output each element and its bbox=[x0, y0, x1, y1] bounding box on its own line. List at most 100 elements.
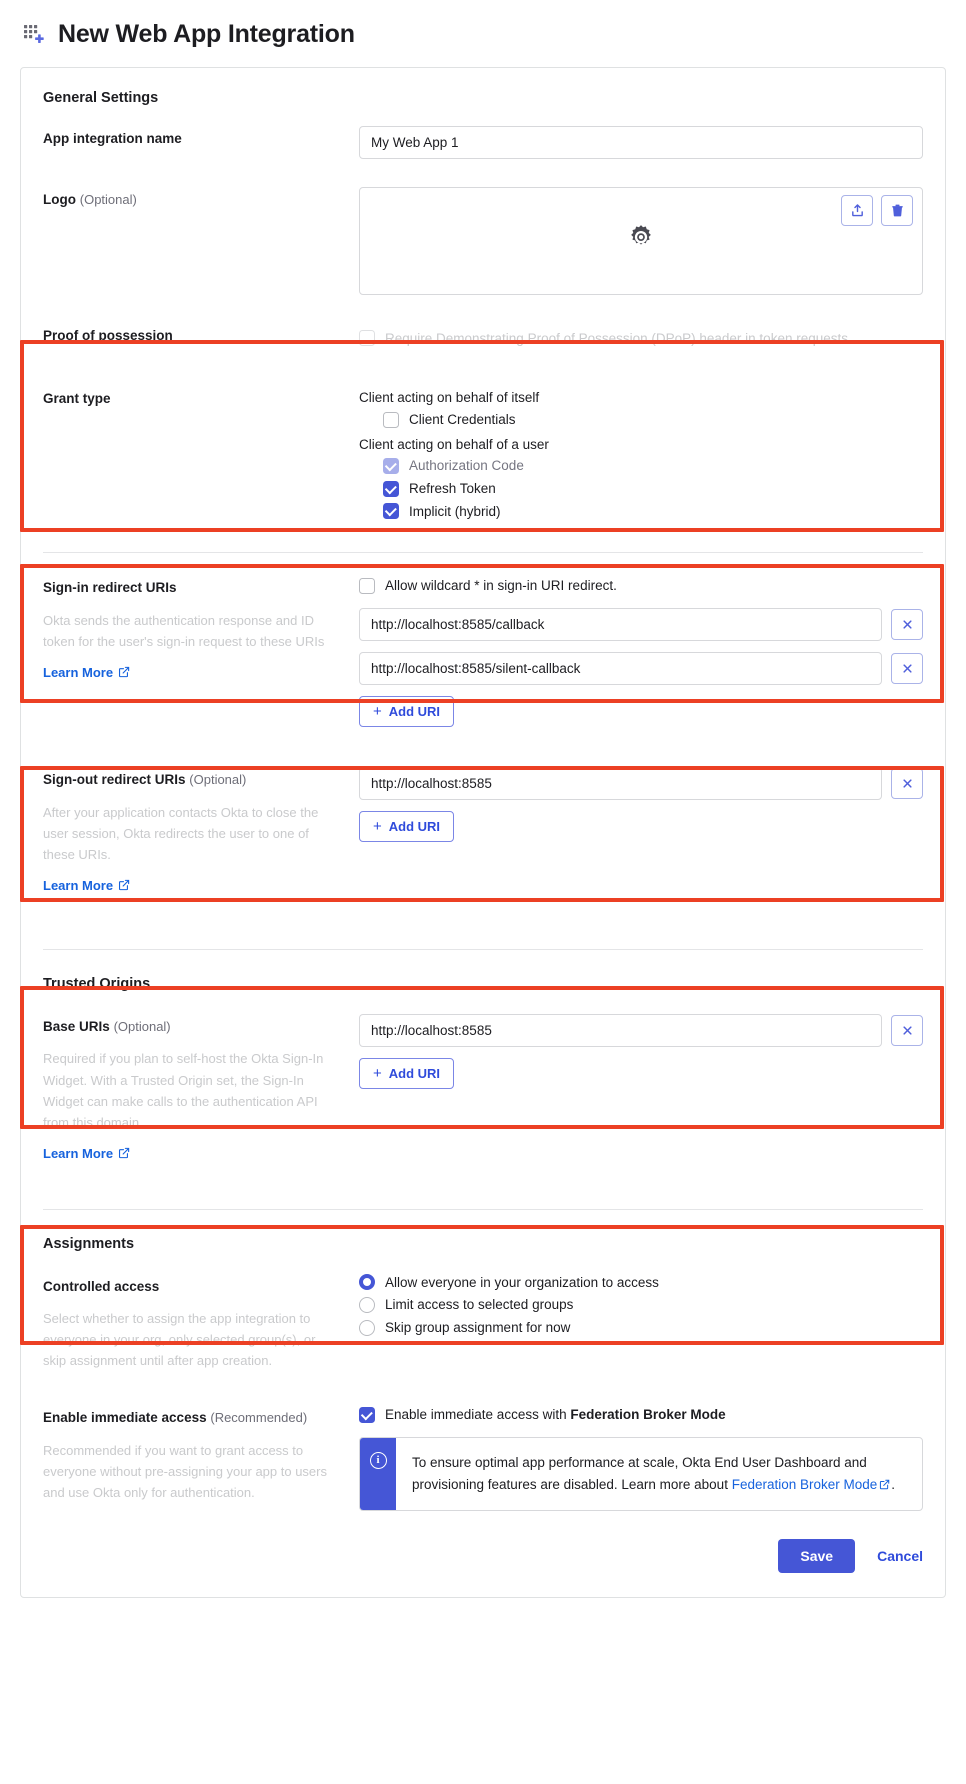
controlled-access-option-skip[interactable]: Skip group assignment for now bbox=[359, 1319, 923, 1337]
page-header: New Web App Integration bbox=[22, 20, 946, 49]
upload-icon-button[interactable] bbox=[841, 195, 873, 226]
logo-field-cell bbox=[359, 187, 923, 295]
row-base-uris: Base URIs (Optional) Required if you pla… bbox=[43, 998, 923, 1169]
grant-authorization-code-checkbox[interactable] bbox=[383, 458, 399, 475]
grant-refresh-token-label: Refresh Token bbox=[409, 481, 496, 497]
external-link-icon bbox=[118, 1147, 130, 1159]
gear-icon bbox=[625, 223, 657, 260]
base-uris-learn-more-link[interactable]: Learn More bbox=[43, 1146, 130, 1161]
signout-redirect-learn-more-link[interactable]: Learn More bbox=[43, 878, 130, 893]
signout-redirect-help: After your application contacts Okta to … bbox=[43, 804, 319, 862]
signin-uri-remove-button-1[interactable] bbox=[891, 608, 923, 640]
immediate-access-checkbox[interactable] bbox=[359, 1407, 375, 1424]
trash-icon-button[interactable] bbox=[881, 195, 913, 226]
callout-text-after: . bbox=[891, 1476, 896, 1492]
signout-redirect-optional-text: (Optional) bbox=[189, 771, 247, 787]
wildcard-checkbox-label: Allow wildcard * in sign-in URI redirect… bbox=[385, 578, 617, 594]
immediate-access-help: Recommended if you want to grant access … bbox=[43, 1443, 327, 1501]
row-enable-immediate-access: Enable immediate access (Recommended) Re… bbox=[43, 1389, 923, 1516]
immediate-access-checkbox-row[interactable]: Enable immediate access with Federation … bbox=[359, 1406, 923, 1424]
form-footer: Save Cancel bbox=[43, 1517, 923, 1597]
page-title: New Web App Integration bbox=[58, 20, 355, 48]
base-uri-remove-button-1[interactable] bbox=[891, 1014, 923, 1046]
immediate-access-checkbox-prefix: Enable immediate access with bbox=[385, 1407, 571, 1423]
signout-add-uri-button[interactable]: + Add URI bbox=[359, 810, 455, 842]
row-controlled-access: Controlled access Select whether to assi… bbox=[43, 1258, 923, 1390]
immediate-access-recommended-text: (Recommended) bbox=[210, 1410, 308, 1426]
base-uri-row-1 bbox=[359, 1013, 923, 1047]
assignments-title: Assignments bbox=[43, 1235, 135, 1252]
radio-skip-assignment[interactable] bbox=[359, 1319, 375, 1336]
row-signin-redirect-uris: Sign-in redirect URIs Okta sends the aut… bbox=[43, 553, 923, 733]
base-uris-help: Required if you plan to self-host the Ok… bbox=[43, 1051, 324, 1130]
row-app-integration-name: App integration name bbox=[43, 112, 923, 173]
signin-uri-remove-button-2[interactable] bbox=[891, 652, 923, 684]
signin-redirect-learn-more-link[interactable]: Learn More bbox=[43, 665, 130, 680]
immediate-access-field-cell: Enable immediate access with Federation … bbox=[359, 1405, 923, 1511]
signin-add-uri-button[interactable]: + Add URI bbox=[359, 695, 455, 727]
wildcard-checkbox-row[interactable]: Allow wildcard * in sign-in URI redirect… bbox=[359, 577, 923, 595]
immediate-access-label-cell: Enable immediate access (Recommended) Re… bbox=[43, 1405, 359, 1503]
base-uris-optional-text: (Optional) bbox=[113, 1018, 171, 1034]
radio-allow-everyone[interactable] bbox=[359, 1274, 375, 1291]
save-button[interactable]: Save bbox=[778, 1538, 856, 1573]
grant-type-field-cell: Client acting on behalf of itself Client… bbox=[359, 386, 923, 520]
settings-card: General Settings App integration name Lo… bbox=[20, 67, 946, 1598]
grant-refresh-token-row[interactable]: Refresh Token bbox=[383, 480, 923, 498]
callout-accent-bar: i bbox=[360, 1437, 396, 1510]
grant-implicit-hybrid-checkbox[interactable] bbox=[383, 503, 399, 520]
logo-label-text: Logo bbox=[43, 192, 76, 207]
app-integration-name-label: App integration name bbox=[43, 131, 182, 146]
grant-type-label: Grant type bbox=[43, 390, 111, 406]
immediate-access-checkbox-label: Enable immediate access with Federation … bbox=[385, 1406, 726, 1424]
base-uris-add-uri-button[interactable]: + Add URI bbox=[359, 1057, 455, 1089]
signout-redirect-label-cell: Sign-out redirect URIs (Optional) After … bbox=[43, 767, 359, 895]
grant-client-credentials-row[interactable]: Client Credentials bbox=[383, 411, 923, 429]
signin-uri-input-1[interactable] bbox=[359, 607, 882, 641]
logo-label: Logo (Optional) bbox=[43, 190, 341, 210]
signin-uri-input-2[interactable] bbox=[359, 651, 882, 685]
base-uris-label: Base URIs (Optional) bbox=[43, 1017, 341, 1037]
wildcard-checkbox[interactable] bbox=[359, 577, 375, 594]
row-proof-of-possession: Proof of possession Require Demonstratin… bbox=[43, 309, 923, 360]
base-uri-input-1[interactable] bbox=[359, 1013, 882, 1047]
dpop-checkbox[interactable] bbox=[359, 330, 375, 346]
grant-client-credentials-checkbox[interactable] bbox=[383, 411, 399, 428]
signout-uri-input-1[interactable] bbox=[359, 766, 882, 800]
row-grant-type: Grant type Client acting on behalf of it… bbox=[43, 360, 923, 538]
signout-uri-row-1 bbox=[359, 766, 923, 800]
dpop-checkbox-row[interactable]: Require Demonstrating Proof of Possessio… bbox=[359, 329, 923, 350]
controlled-access-option-everyone[interactable]: Allow everyone in your organization to a… bbox=[359, 1274, 923, 1292]
immediate-access-label-text: Enable immediate access bbox=[43, 1410, 207, 1426]
trusted-origins-title: Trusted Origins bbox=[43, 975, 151, 992]
federation-broker-mode-link[interactable]: Federation Broker Mode bbox=[732, 1477, 878, 1492]
grant-authorization-code-label: Authorization Code bbox=[409, 458, 524, 474]
logo-dropzone[interactable] bbox=[359, 187, 923, 295]
grant-implicit-hybrid-row[interactable]: Implicit (hybrid) bbox=[383, 503, 923, 521]
grant-authorization-code-row[interactable]: Authorization Code bbox=[383, 457, 923, 475]
proof-of-possession-label-cell: Proof of possession bbox=[43, 323, 359, 346]
signin-redirect-field-cell: Allow wildcard * in sign-in URI redirect… bbox=[359, 575, 923, 727]
base-uris-label-text: Base URIs bbox=[43, 1018, 110, 1034]
immediate-access-label: Enable immediate access (Recommended) bbox=[43, 1408, 341, 1428]
external-link-icon bbox=[879, 1475, 891, 1490]
grant-refresh-token-checkbox[interactable] bbox=[383, 480, 399, 497]
immediate-access-checkbox-strong: Federation Broker Mode bbox=[570, 1407, 726, 1423]
radio-limit-access[interactable] bbox=[359, 1296, 375, 1313]
base-uris-learn-more-text: Learn More bbox=[43, 1145, 114, 1161]
app-integration-name-label-cell: App integration name bbox=[43, 126, 359, 149]
signin-uri-row-2 bbox=[359, 651, 923, 685]
controlled-access-option-limit[interactable]: Limit access to selected groups bbox=[359, 1296, 923, 1314]
signin-uri-row-1 bbox=[359, 607, 923, 641]
logo-actions bbox=[841, 195, 913, 226]
cancel-button[interactable]: Cancel bbox=[877, 1548, 923, 1564]
plus-icon: + bbox=[373, 702, 382, 720]
signin-redirect-learn-more-text: Learn More bbox=[43, 664, 114, 680]
general-settings-title: General Settings bbox=[43, 90, 159, 106]
row-logo: Logo (Optional) bbox=[43, 173, 923, 309]
plus-icon: + bbox=[373, 817, 382, 835]
app-integration-name-field-cell bbox=[359, 126, 923, 159]
external-link-icon bbox=[118, 879, 130, 891]
app-integration-name-input[interactable] bbox=[359, 126, 923, 159]
signout-uri-remove-button-1[interactable] bbox=[891, 767, 923, 799]
